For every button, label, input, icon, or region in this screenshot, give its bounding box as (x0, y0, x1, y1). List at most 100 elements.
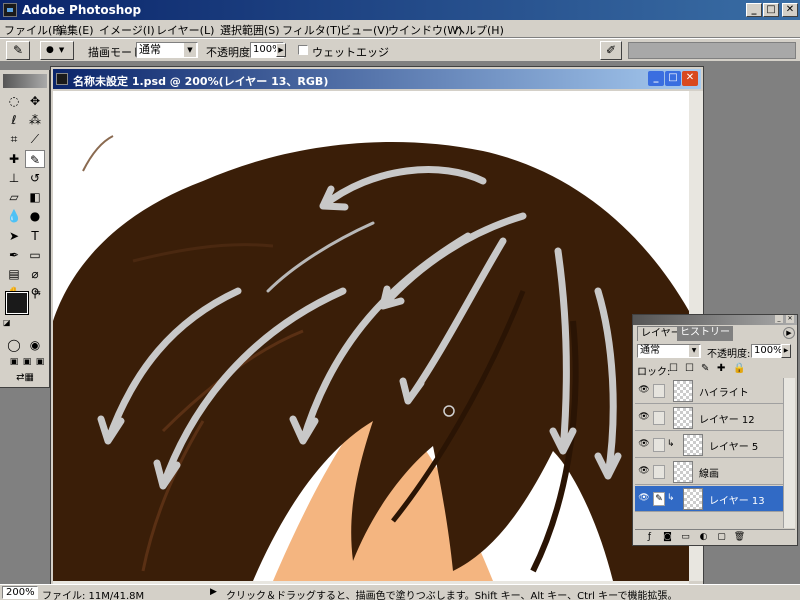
layer-row[interactable]: 👁 ✎ ↳ レイヤー 13 (635, 486, 783, 512)
eye-icon[interactable]: 👁 (637, 493, 651, 505)
layer-blend-mode-select[interactable]: 通常 ▼ (637, 344, 701, 358)
history-brush-tool-icon[interactable]: ↺ (25, 169, 45, 187)
app-title-bar: Adobe Photoshop _ □ ✕ (0, 0, 800, 20)
crop-tool-icon[interactable]: ⌗ (4, 130, 24, 148)
standard-mode-icon[interactable]: ◯ (4, 336, 24, 354)
quick-mask-mode-icon[interactable]: ◉ (25, 336, 45, 354)
foreground-color-swatch[interactable] (5, 291, 29, 315)
eraser-tool-icon[interactable]: ▱ (4, 188, 24, 206)
lock-all-icon[interactable]: 🔒 (733, 363, 745, 374)
menu-help[interactable]: ヘルプ(H) (454, 22, 504, 38)
layers-palette-header[interactable]: _ ✕ (633, 315, 797, 325)
slice-tool-icon[interactable]: ⟋ (25, 130, 45, 148)
tool-palette-header[interactable] (3, 74, 47, 88)
menu-file[interactable]: ファイル(F) (4, 22, 63, 38)
blend-mode-select[interactable]: 通常 ▼ (136, 42, 198, 58)
link-toggle[interactable] (653, 438, 665, 452)
opacity-slider-arrow-icon[interactable]: ▶ (781, 344, 791, 358)
lock-transparency-icon[interactable]: ☐ (669, 363, 678, 374)
path-selection-tool-icon[interactable]: ➤ (4, 227, 24, 245)
default-colors-icon[interactable]: ◪ (3, 318, 11, 327)
wet-edges-checkbox[interactable] (298, 45, 308, 55)
clipping-mask-icon: ↳ (667, 439, 675, 449)
chevron-down-icon: ▼ (184, 43, 196, 57)
doc-maximize-button[interactable]: □ (665, 71, 681, 86)
delete-layer-icon[interactable]: 🗑 (733, 531, 746, 544)
palette-close-button[interactable]: ✕ (786, 315, 794, 323)
eyedropper-tool-icon[interactable]: ⌀ (25, 265, 45, 283)
link-toggle[interactable] (653, 465, 665, 479)
menu-layer[interactable]: レイヤー(L) (156, 22, 214, 38)
lasso-tool-icon[interactable]: ℓ (4, 111, 24, 129)
hair-strand (82, 135, 114, 172)
menu-window[interactable]: ウインドウ(W) (388, 22, 462, 38)
palette-menu-icon[interactable]: ▶ (783, 327, 795, 339)
zoom-input[interactable]: 200% (2, 586, 38, 599)
layer-row[interactable]: 👁 ハイライト (635, 378, 783, 404)
menu-view[interactable]: ビュー(V) (340, 22, 389, 38)
link-toggle[interactable] (653, 411, 665, 425)
move-tool-icon[interactable]: ✥ (25, 92, 45, 110)
jump-to-imageready-icon[interactable]: ⇄▦ (4, 369, 46, 387)
opacity-slider-arrow-icon[interactable]: ▶ (276, 43, 286, 57)
new-layer-icon[interactable]: ▢ (715, 531, 728, 544)
layer-style-icon[interactable]: ƒ (643, 531, 656, 544)
adjustment-layer-icon[interactable]: ◐ (697, 531, 710, 544)
lock-label: ロック: (637, 367, 671, 378)
menu-filter[interactable]: フィルタ(T) (282, 22, 341, 38)
chevron-down-icon: ▼ (58, 46, 65, 54)
document-title: 名称未設定 1.psd @ 200%(レイヤー 13、RGB) (73, 75, 329, 88)
layer-mask-icon[interactable]: ◙ (661, 531, 674, 544)
new-set-icon[interactable]: ▭ (679, 531, 692, 544)
notes-tool-icon[interactable]: ▤ (4, 265, 24, 283)
layer-row[interactable]: 👁 線画 (635, 459, 783, 485)
menu-edit[interactable]: 編集(E) (56, 22, 94, 38)
clone-stamp-tool-icon[interactable]: ⊥ (4, 169, 24, 187)
lock-image-icon[interactable]: ☐ (685, 363, 694, 374)
tab-history[interactable]: ヒストリー (677, 326, 733, 341)
dodge-tool-icon[interactable]: ● (25, 207, 45, 225)
rectangle-tool-icon[interactable]: ▭ (25, 246, 45, 264)
brush-tool-icon[interactable]: ✎ (25, 150, 45, 168)
magic-wand-tool-icon[interactable]: ⁂ (25, 111, 45, 129)
document-title-bar[interactable]: 名称未設定 1.psd @ 200%(レイヤー 13、RGB) _ □ ✕ (53, 69, 701, 89)
close-button[interactable]: ✕ (782, 3, 798, 17)
doc-minimize-button[interactable]: _ (648, 71, 664, 86)
layer-opacity-input[interactable]: 100% (751, 344, 783, 358)
layer-thumbnail (683, 488, 703, 510)
menu-image[interactable]: イメージ(I) (99, 22, 155, 38)
brush-tool-preset-icon[interactable]: ✎ (6, 41, 30, 60)
brush-size-picker[interactable]: ● ▼ (40, 41, 74, 60)
brush-icon[interactable]: ✎ (653, 492, 665, 506)
eye-icon[interactable]: 👁 (637, 385, 651, 397)
swap-colors-icon[interactable]: ⇆ (34, 288, 41, 297)
layers-scrollbar[interactable] (783, 378, 795, 528)
photoshop-app-icon[interactable] (3, 3, 17, 17)
image-canvas[interactable] (53, 91, 689, 581)
healing-brush-tool-icon[interactable]: ✚ (4, 150, 24, 168)
minimize-button[interactable]: _ (746, 3, 762, 17)
layer-row[interactable]: 👁 レイヤー 12 (635, 405, 783, 431)
palette-minimize-button[interactable]: _ (775, 315, 783, 323)
status-arrow-icon[interactable]: ▶ (210, 587, 217, 597)
eye-icon[interactable]: 👁 (637, 439, 651, 451)
layer-opacity-label: 不透明度: (707, 349, 751, 360)
paint-bucket-tool-icon[interactable]: ◧ (25, 188, 45, 206)
airbrush-toggle-icon[interactable]: ✐ (600, 41, 622, 60)
lock-paint-icon[interactable]: ✎ (701, 363, 709, 374)
blur-tool-icon[interactable]: 💧 (4, 207, 24, 225)
doc-close-button[interactable]: ✕ (682, 71, 698, 86)
lock-position-icon[interactable]: ✚ (717, 363, 725, 374)
eye-icon[interactable]: 👁 (637, 412, 651, 424)
marquee-tool-icon[interactable]: ◌ (4, 92, 24, 110)
pen-tool-icon[interactable]: ✒ (4, 246, 24, 264)
file-info: ファイル: 11M/41.8M (42, 591, 145, 600)
layer-blend-mode-value: 通常 (640, 345, 660, 356)
layer-row[interactable]: 👁 ↳ レイヤー 5 (635, 432, 783, 458)
maximize-button[interactable]: □ (763, 3, 779, 17)
link-toggle[interactable] (653, 384, 665, 398)
layer-thumbnail (683, 434, 703, 456)
menu-select[interactable]: 選択範囲(S) (220, 22, 280, 38)
type-tool-icon[interactable]: T (25, 227, 45, 245)
eye-icon[interactable]: 👁 (637, 466, 651, 478)
